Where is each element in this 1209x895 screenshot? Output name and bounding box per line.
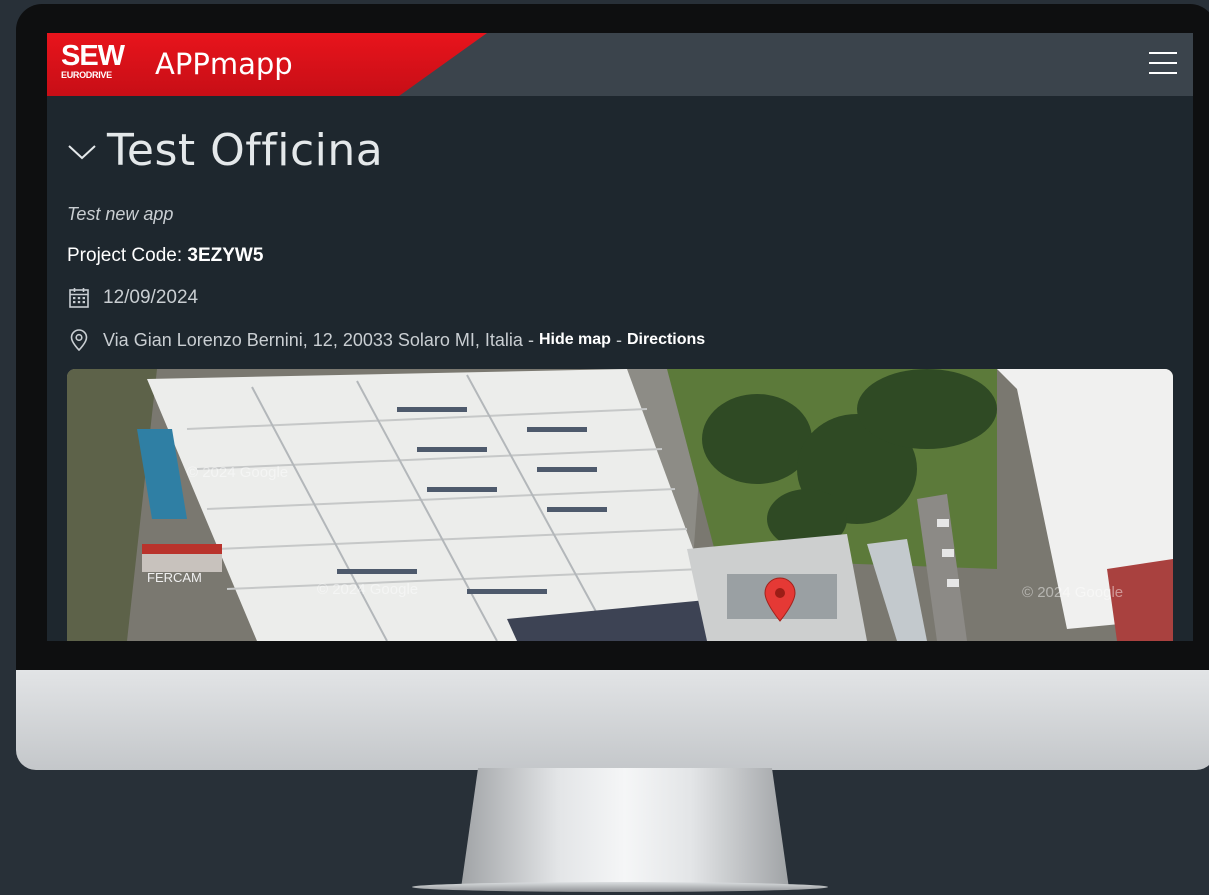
monitor-chin	[16, 670, 1209, 770]
map-credit-center: © 2024 Google	[317, 581, 418, 598]
project-title: Test Officina	[107, 125, 384, 176]
map-credit-right: © 2024 Google	[1022, 584, 1123, 601]
truck-label: FERCAM	[147, 570, 202, 585]
sew-eurodrive-logo[interactable]: SEW EURODRIVE	[61, 40, 135, 87]
calendar-icon	[69, 288, 89, 308]
app-screen: SEW EURODRIVE APPmapp Test Officina Test…	[47, 33, 1193, 641]
location-pin-icon	[70, 329, 88, 352]
hamburger-icon-bar	[1149, 72, 1177, 74]
chevron-down-icon	[68, 144, 96, 159]
project-address-row: Via Gian Lorenzo Bernini, 12, 20033 Sola…	[67, 328, 705, 352]
hamburger-icon	[1149, 52, 1177, 54]
project-code-value: 3EZYW5	[187, 245, 264, 266]
project-date: 12/09/2024	[103, 287, 199, 308]
separator: -	[615, 329, 622, 350]
separator: -	[527, 329, 534, 350]
monitor-stand	[461, 768, 789, 886]
hide-map-link[interactable]: Hide map	[539, 331, 611, 349]
hamburger-icon-bar	[1149, 62, 1177, 64]
app-header: SEW EURODRIVE APPmapp	[47, 33, 1193, 96]
project-code-row: Project Code: 3EZYW5	[67, 245, 263, 267]
hamburger-menu-button[interactable]	[1149, 52, 1177, 76]
project-address: Via Gian Lorenzo Bernini, 12, 20033 Sola…	[103, 329, 523, 350]
directions-link[interactable]: Directions	[627, 331, 705, 349]
map-imagery: FERCAM © 2024 Google © 2024 Google © 202…	[67, 369, 1173, 641]
map-credit-left: © 2024 Google	[187, 464, 288, 481]
logo-text: SEW	[61, 40, 125, 72]
satellite-map[interactable]: FERCAM © 2024 Google © 2024 Google © 202…	[67, 369, 1173, 641]
project-code-label: Project Code:	[67, 245, 183, 266]
project-date-row: 12/09/2024	[67, 286, 198, 310]
monitor-stand-base	[412, 882, 828, 892]
app-name: APPmapp	[155, 47, 293, 81]
project-description: Test new app	[67, 204, 174, 224]
project-title-toggle[interactable]: Test Officina	[67, 125, 383, 176]
